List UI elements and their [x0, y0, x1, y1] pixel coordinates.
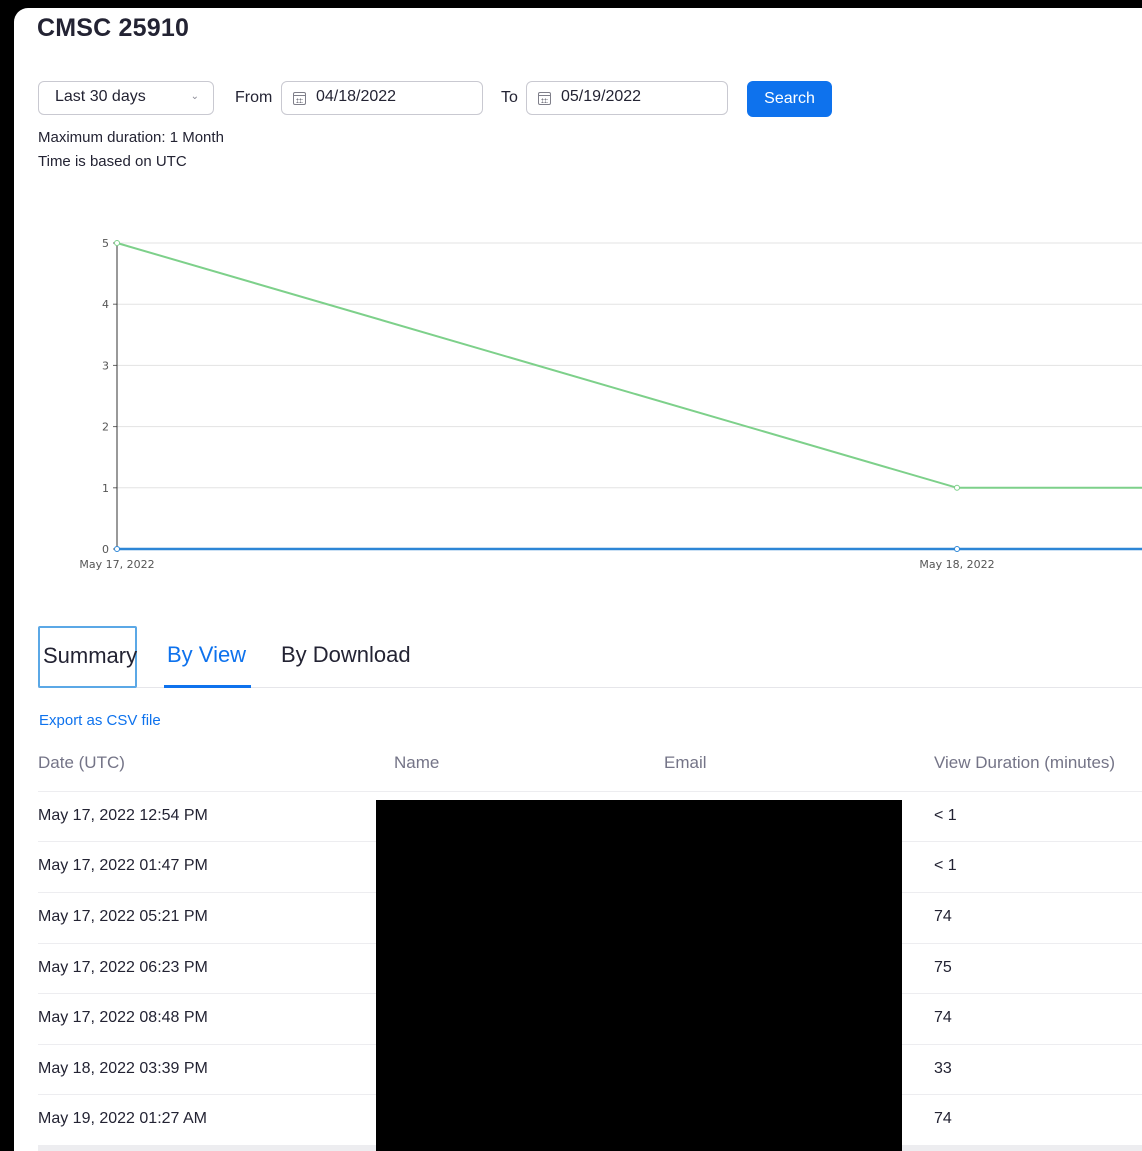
column-header-date: Date (UTC) — [38, 753, 125, 772]
tab-by-view[interactable]: By View — [167, 642, 246, 668]
row-duration: 74 — [934, 1009, 952, 1026]
x-tick-label: May 18, 2022 — [919, 558, 994, 571]
row-date: May 17, 2022 12:54 PM — [38, 807, 208, 824]
active-tab-indicator — [164, 685, 251, 688]
y-tick-label: 3 — [102, 359, 109, 372]
y-tick-label: 2 — [102, 421, 109, 434]
y-tick-label: 5 — [102, 237, 109, 250]
row-duration: < 1 — [934, 857, 957, 874]
x-tick-label: May 17, 2022 — [79, 558, 154, 571]
y-tick-label: 4 — [102, 298, 109, 311]
data-point — [954, 484, 960, 491]
y-tick-label: 0 — [102, 543, 109, 556]
report-panel: CMSC 25910 Last 30 days ⌄ From 04/18/202… — [14, 8, 1142, 1151]
export-csv-link[interactable]: Export as CSV file — [39, 712, 161, 729]
tab-by-download[interactable]: By Download — [281, 642, 411, 668]
row-date: May 19, 2022 01:27 AM — [38, 1110, 207, 1127]
redacted-name-email-block — [376, 800, 902, 1151]
column-header-name: Name — [394, 753, 440, 772]
row-date: May 17, 2022 01:47 PM — [38, 857, 208, 874]
row-date: May 17, 2022 06:23 PM — [38, 959, 208, 976]
row-date: May 17, 2022 05:21 PM — [38, 908, 208, 925]
data-point — [954, 546, 960, 552]
row-duration: 33 — [934, 1060, 952, 1077]
data-point — [114, 240, 120, 246]
column-header-view-duration: View Duration (minutes) — [934, 753, 1116, 772]
row-duration: 75 — [934, 959, 952, 976]
row-duration: 74 — [934, 1110, 952, 1127]
row-duration: < 1 — [934, 807, 957, 824]
row-duration: 74 — [934, 908, 952, 925]
views-line-chart: 0 1 2 3 4 5 May 17, 2022 May 18, 2022 — [79, 237, 1142, 571]
tab-summary[interactable]: Summary — [38, 626, 137, 688]
row-date: May 17, 2022 08:48 PM — [38, 1009, 208, 1026]
y-tick-label: 1 — [102, 482, 109, 495]
row-date: May 18, 2022 03:39 PM — [38, 1060, 208, 1077]
data-point — [114, 546, 120, 552]
column-header-email: Email — [664, 753, 707, 772]
